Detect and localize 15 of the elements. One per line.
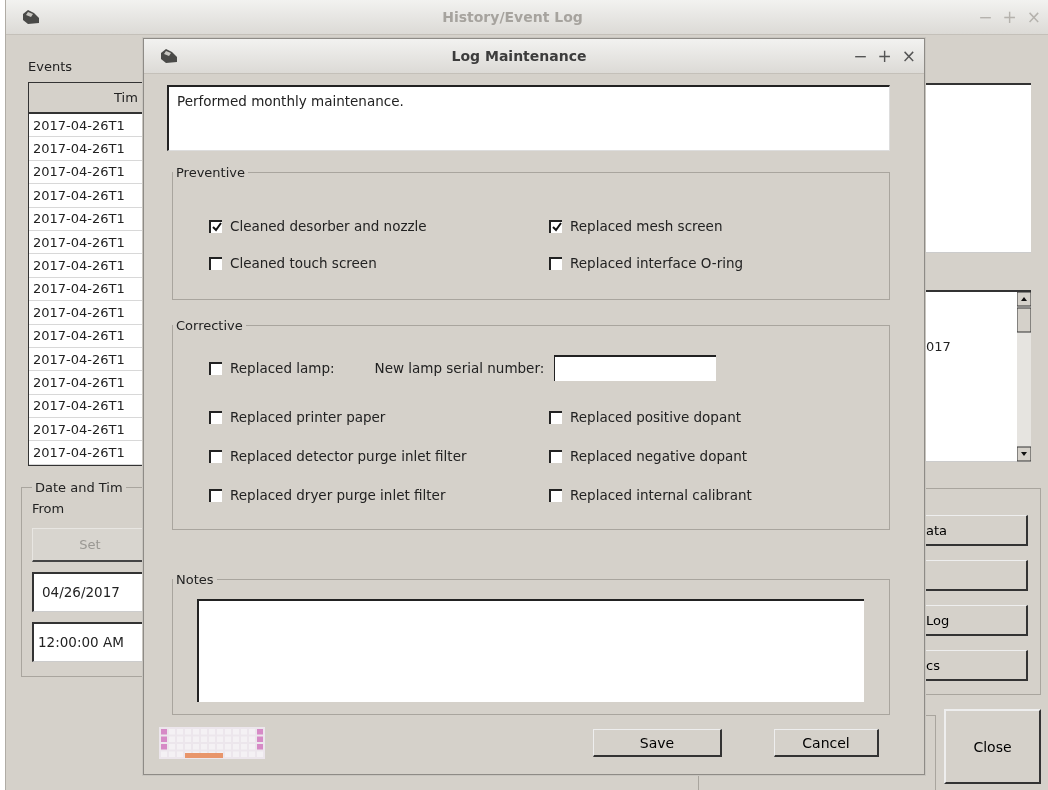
from-label: From: [32, 500, 66, 516]
checkbox-label: Replaced internal calibrant: [570, 487, 752, 503]
group-label: Date and Tim: [34, 479, 124, 495]
group-label: Notes: [175, 572, 215, 587]
group-label: Preventive: [175, 165, 246, 180]
checkbox-label: Replaced negative dopant: [570, 448, 748, 464]
checkbox-label: Replaced interface O-ring: [570, 255, 744, 271]
detail-text: 017: [926, 339, 951, 354]
events-label: Events: [28, 59, 73, 74]
window-title: History/Event Log: [442, 9, 583, 25]
serial-label: New lamp serial number:: [374, 360, 545, 376]
checkbox-label: Replaced positive dopant: [570, 409, 742, 425]
dialog-title: Log Maintenance: [451, 48, 587, 64]
checkbox-label: Replaced mesh screen: [570, 218, 723, 234]
checkbox-label: Replaced dryer purge inlet filter: [230, 487, 446, 503]
